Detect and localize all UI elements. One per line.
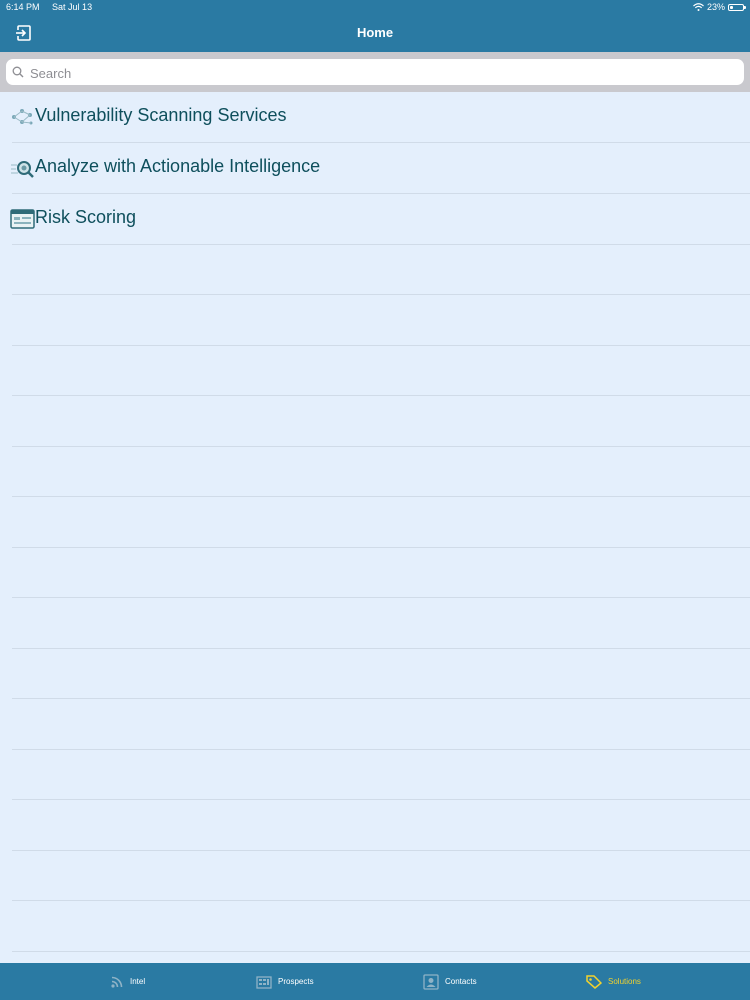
tab-contacts-label: Contacts <box>445 977 477 986</box>
tab-intel-label: Intel <box>130 977 146 986</box>
battery-percent: 23% <box>706 2 725 12</box>
list-item-label: Vulnerability Scanning Services <box>35 105 287 125</box>
tab-solutions[interactable]: Solutions <box>586 963 641 1000</box>
battery-icon <box>728 3 746 11</box>
row-divider <box>12 950 750 952</box>
tag-icon <box>586 974 602 989</box>
search-input[interactable] <box>28 63 732 83</box>
search-box[interactable] <box>6 59 744 85</box>
tab-contacts[interactable]: Contacts <box>423 963 477 1000</box>
solutions-list: Vulnerability Scanning Services Analyze … <box>0 92 750 963</box>
building-icon <box>256 975 272 989</box>
tab-solutions-label: Solutions <box>608 977 641 986</box>
search-bar <box>0 52 750 92</box>
wifi-icon <box>693 3 704 11</box>
row-divider <box>12 597 750 598</box>
list-item-label: Analyze with Actionable Intelligence <box>35 156 321 176</box>
status-time: 6:14 PM <box>6 2 40 12</box>
tab-prospects[interactable]: Prospects <box>256 963 314 1000</box>
dashboard-icon <box>10 209 35 229</box>
list-item[interactable]: Vulnerability Scanning Services <box>0 92 750 143</box>
rss-icon <box>111 976 123 988</box>
list-item[interactable]: Risk Scoring <box>0 194 750 245</box>
status-bar: 6:14 PM Sat Jul 13 23% <box>0 0 750 14</box>
row-divider <box>12 698 750 699</box>
row-divider <box>12 799 750 800</box>
row-divider <box>12 647 750 649</box>
network-scan-icon <box>12 109 33 125</box>
row-divider <box>12 546 750 548</box>
row-divider <box>12 900 750 901</box>
list-item-label: Risk Scoring <box>35 207 137 227</box>
tab-intel[interactable]: Intel <box>110 963 145 1000</box>
tab-bar: Intel Prospects Contacts Solutions <box>0 963 750 1000</box>
nav-bar: Home <box>0 14 750 52</box>
row-divider <box>12 244 750 245</box>
row-divider <box>12 344 750 346</box>
row-divider <box>12 445 750 447</box>
row-divider <box>12 395 750 396</box>
search-icon <box>12 66 24 78</box>
status-date: Sat Jul 13 <box>52 2 93 12</box>
contact-card-icon <box>423 973 439 990</box>
page-title: Home <box>356 25 394 40</box>
row-divider <box>12 748 750 750</box>
list-item[interactable]: Analyze with Actionable Intelligence <box>0 143 750 194</box>
row-divider <box>12 849 750 851</box>
tab-prospects-label: Prospects <box>278 977 314 986</box>
row-divider <box>12 294 750 295</box>
row-divider <box>12 496 750 497</box>
magnifier-icon <box>11 161 34 178</box>
